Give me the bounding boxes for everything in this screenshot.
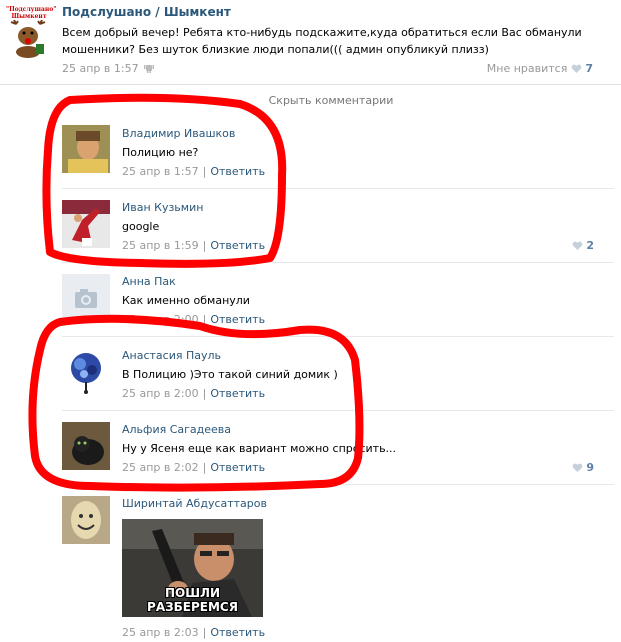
comment-date[interactable]: 25 апр в 1:59 bbox=[122, 239, 199, 252]
comment-divider bbox=[62, 336, 614, 337]
comment-meta: 25 апр в 1:57 | Ответить bbox=[122, 165, 266, 178]
comment-date[interactable]: 25 апр в 2:00 bbox=[122, 313, 199, 326]
post-date[interactable]: 25 апр в 1:57 bbox=[62, 62, 155, 75]
reply-link[interactable]: Ответить bbox=[210, 461, 265, 474]
hide-comments-link[interactable]: Скрыть комментарии bbox=[0, 94, 621, 107]
post-divider bbox=[0, 84, 621, 85]
reindeer-logo-icon bbox=[10, 20, 46, 58]
comment-date[interactable]: 25 апр в 2:00 bbox=[122, 387, 199, 400]
comment-author[interactable]: Ширинтай Абдусаттаров bbox=[122, 497, 267, 510]
post-text: Всем добрый вечер! Ребята кто-нибудь под… bbox=[62, 26, 582, 56]
post-like-count: 7 bbox=[585, 62, 593, 75]
comment-author[interactable]: Иван Кузьмин bbox=[122, 201, 203, 214]
comment-text: В Полицию )Это такой синий домик ) bbox=[122, 368, 338, 381]
comment-author[interactable]: Альфия Сагадеева bbox=[122, 423, 231, 436]
comment-like-count: 2 bbox=[586, 239, 594, 252]
post-like-button[interactable]: Мне нравится 7 bbox=[487, 62, 593, 75]
comment-divider bbox=[62, 484, 614, 485]
reply-link[interactable]: Ответить bbox=[210, 313, 265, 326]
reply-link[interactable]: Ответить bbox=[210, 239, 265, 252]
comment-meta: 25 апр в 2:00 | Ответить bbox=[122, 313, 266, 326]
user-photo bbox=[62, 125, 110, 173]
comment-author[interactable]: Владимир Ивашков bbox=[122, 127, 235, 140]
comment-text: Ну у Ясеня еще как вариант можно спросит… bbox=[122, 442, 397, 455]
comment-like-count: 9 bbox=[586, 461, 594, 474]
meme-caption: ПОШЛИ РАЗБЕРЕМСЯ bbox=[147, 586, 238, 614]
comment-date[interactable]: 25 апр в 1:57 bbox=[122, 165, 199, 178]
heart-icon bbox=[572, 241, 583, 250]
comment-divider bbox=[62, 188, 614, 189]
comment-author[interactable]: Анастасия Пауль bbox=[122, 349, 221, 362]
group-logo-line1: "Подслушано" bbox=[6, 6, 57, 13]
comment-meta: 25 апр в 2:03 | Ответить bbox=[122, 626, 266, 639]
comment-date[interactable]: 25 апр в 2:03 bbox=[122, 626, 199, 639]
comment-avatar[interactable] bbox=[62, 348, 110, 396]
group-avatar[interactable]: "Подслушано" Шымкент bbox=[6, 6, 57, 58]
post-date-text[interactable]: 25 апр в 1:57 bbox=[62, 62, 139, 75]
camera-icon bbox=[62, 274, 110, 322]
comment-text: Как именно обманули bbox=[122, 294, 250, 307]
comment-avatar[interactable] bbox=[62, 200, 110, 248]
comment-text: Полицию не? bbox=[122, 146, 199, 159]
comment-like-button[interactable]: 2 bbox=[572, 239, 594, 252]
comment-avatar[interactable] bbox=[62, 496, 110, 544]
reply-link[interactable]: Ответить bbox=[210, 626, 265, 639]
reply-link[interactable]: Ответить bbox=[210, 165, 265, 178]
comment-like-button[interactable]: 9 bbox=[572, 461, 594, 474]
user-photo bbox=[62, 200, 110, 248]
comment-avatar[interactable] bbox=[62, 125, 110, 173]
reply-link[interactable]: Ответить bbox=[210, 387, 265, 400]
comment-divider bbox=[62, 262, 614, 263]
meme-image[interactable]: ПОШЛИ РАЗБЕРЕМСЯ bbox=[122, 519, 263, 617]
group-name-link[interactable]: Подслушано / Шымкент bbox=[62, 5, 231, 19]
comment-divider bbox=[62, 410, 614, 411]
group-logo-line2: Шымкент bbox=[11, 13, 47, 20]
comment-meta: 25 апр в 2:02 | Ответить bbox=[122, 461, 266, 474]
user-photo bbox=[62, 348, 110, 396]
post-like-label: Мне нравится bbox=[486, 62, 568, 75]
comment-meta: 25 апр в 1:59 | Ответить bbox=[122, 239, 266, 252]
comment-author[interactable]: Анна Пак bbox=[122, 275, 176, 288]
comment-date[interactable]: 25 апр в 2:02 bbox=[122, 461, 199, 474]
android-icon bbox=[144, 65, 155, 73]
comment-meta: 25 апр в 2:00 | Ответить bbox=[122, 387, 266, 400]
comment-avatar[interactable] bbox=[62, 274, 110, 322]
heart-icon bbox=[572, 463, 583, 472]
heart-icon bbox=[571, 64, 582, 73]
comment-avatar[interactable] bbox=[62, 422, 110, 470]
user-photo bbox=[62, 422, 110, 470]
comment-text: google bbox=[122, 220, 160, 233]
user-photo bbox=[62, 496, 110, 544]
